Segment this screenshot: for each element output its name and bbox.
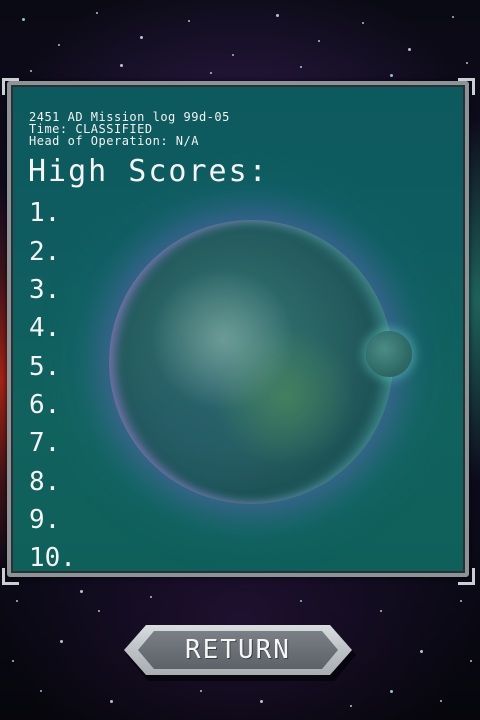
star — [350, 705, 352, 707]
star — [460, 600, 462, 602]
star — [440, 700, 442, 702]
score-rank: 5. — [29, 352, 61, 382]
star — [300, 66, 302, 68]
star — [466, 62, 468, 64]
score-rank: 10. — [29, 543, 76, 573]
star — [30, 70, 32, 72]
score-row-7: 7. — [29, 430, 76, 459]
planet-glow — [109, 220, 393, 504]
star — [110, 700, 113, 703]
star — [80, 590, 83, 593]
score-row-10: 10. — [29, 543, 92, 573]
mission-log-panel: 2451 AD Mission log 99d-05 Time: CLASSIF… — [7, 81, 469, 577]
score-row-3: 3. — [29, 277, 76, 306]
return-button[interactable]: RETURN — [124, 625, 356, 681]
score-rank: 4. — [29, 313, 61, 343]
score-rank: 3. — [29, 275, 61, 305]
frame-corner-bottom-left — [2, 568, 19, 585]
star — [408, 48, 411, 51]
star — [210, 72, 212, 74]
star — [96, 12, 98, 14]
star — [200, 690, 202, 692]
star — [260, 700, 263, 703]
star — [22, 18, 25, 21]
score-row-5: 5. — [29, 354, 76, 383]
score-rank: 1. — [29, 198, 61, 228]
score-rank: 7. — [29, 428, 61, 458]
score-row-6: 6. — [29, 392, 76, 421]
star — [98, 610, 100, 612]
score-rank: 9. — [29, 505, 61, 535]
return-button-frame[interactable]: RETURN — [124, 625, 352, 675]
star — [60, 640, 63, 643]
star — [12, 660, 14, 662]
frame-corner-top-right — [458, 78, 475, 95]
score-row-8: 8. — [29, 469, 76, 498]
score-rank: 2. — [29, 237, 61, 267]
star — [452, 16, 454, 18]
frame-corner-top-left — [2, 78, 19, 95]
head-of-operation: Head of Operation: N/A — [29, 134, 199, 148]
star — [140, 36, 143, 39]
star — [16, 600, 18, 602]
star — [390, 74, 393, 77]
star — [232, 54, 234, 56]
return-button-label[interactable]: RETURN — [124, 636, 352, 664]
star — [276, 14, 279, 17]
star — [380, 610, 382, 612]
score-rank: 8. — [29, 467, 61, 497]
star — [58, 44, 60, 46]
score-row-1: 1. — [29, 200, 76, 229]
score-row-9: 9. — [29, 507, 76, 536]
star — [150, 596, 152, 598]
moon-image — [366, 331, 412, 377]
star — [40, 690, 42, 692]
star — [188, 20, 190, 22]
score-row-4: 4. — [29, 315, 76, 344]
score-row-2: 2. — [29, 239, 76, 268]
star — [362, 22, 364, 24]
score-rank: 6. — [29, 390, 61, 420]
high-scores-title: High Scores: — [28, 154, 269, 189]
star — [470, 660, 472, 662]
star — [120, 64, 123, 67]
star — [318, 40, 320, 42]
star — [420, 650, 423, 653]
frame-corner-bottom-right — [458, 568, 475, 585]
star — [300, 600, 302, 602]
star — [390, 690, 393, 693]
